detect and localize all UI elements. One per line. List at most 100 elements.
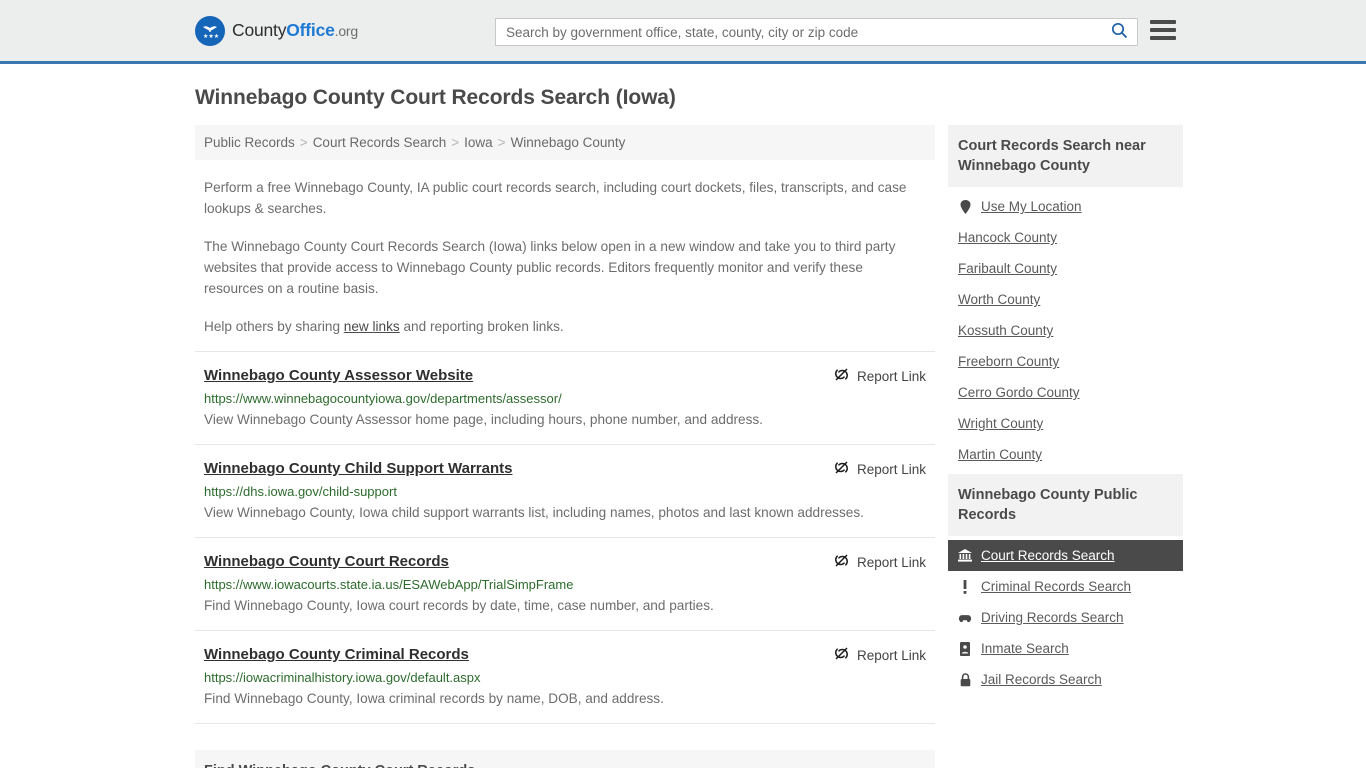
nearby-county-label: Cerro Gordo County [958,385,1080,400]
nearby-county-row[interactable]: Freeborn County [948,346,1183,377]
report-link-label: Report Link [856,647,926,663]
public-records-row[interactable]: Driving Records Search [948,602,1183,633]
breadcrumb-separator: > [497,135,506,150]
broken-link-icon [834,367,849,385]
listing-item: Winnebago County Criminal Records Report … [195,631,935,724]
search-input[interactable] [506,24,1108,40]
nearby-county-row[interactable]: Cerro Gordo County [948,377,1183,408]
nearby-county-row[interactable]: Faribault County [948,253,1183,284]
breadcrumb-item-winnebago-county[interactable]: Winnebago County [511,135,626,150]
breadcrumb-item-court-records-search[interactable]: Court Records Search [313,135,447,150]
listing-title-link[interactable]: Winnebago County Criminal Records [204,645,469,664]
listings-container: Winnebago County Assessor Website Report … [195,351,935,724]
listing-header: Winnebago County Assessor Website Report … [204,366,926,385]
site-logo[interactable]: ★★★ CountyOffice.org [195,15,358,46]
report-link-button[interactable]: Report Link [822,459,926,478]
public-records-row[interactable]: Criminal Records Search [948,571,1183,602]
breadcrumb: Public Records > Court Records Search > Iowa… [195,125,935,160]
logo-text-office: Office [286,20,335,40]
page-title: Winnebago County Court Records Search (I… [195,86,676,109]
nearby-county-label: Freeborn County [958,354,1060,369]
use-my-location-label: Use My Location [981,199,1082,214]
broken-link-icon [834,460,849,478]
listing-url[interactable]: https://iowacriminalhistory.iowa.gov/def… [204,670,926,685]
svg-text:★★★: ★★★ [203,33,219,40]
nearby-card-list: Use My Location Hancock County Faribault … [948,187,1183,470]
find-records-section: Find Winnebago County Court Records [195,750,935,768]
lock-icon [958,672,972,687]
listing-description: Find Winnebago County, Iowa court record… [204,598,714,613]
intro-paragraph-1: Perform a free Winnebago County, IA publ… [204,180,907,216]
search-bar[interactable] [495,18,1138,46]
report-link-button[interactable]: Report Link [822,645,926,664]
nearby-county-label: Kossuth County [958,323,1054,338]
hamburger-bar [1150,20,1176,24]
main-column: Public Records > Court Records Search > Iowa… [195,125,935,768]
public-records-label: Court Records Search [981,548,1115,563]
report-link-button[interactable]: Report Link [822,552,926,571]
report-link-button[interactable]: Report Link [822,366,926,385]
nearby-county-row[interactable]: Kossuth County [948,315,1183,346]
page-body: Winnebago County Court Records Search (I… [0,86,1366,768]
public-records-label: Criminal Records Search [981,579,1132,594]
content-columns: Public Records > Court Records Search > Iowa… [195,125,1366,768]
listing-description: View Winnebago County Assessor home page… [204,412,763,427]
nearby-county-row[interactable]: Hancock County [948,222,1183,253]
listing-title-link[interactable]: Winnebago County Assessor Website [204,366,473,385]
nearby-counties-list: Hancock County Faribault County Worth Coun… [948,222,1183,470]
listing-title-link[interactable]: Winnebago County Child Support Warrants [204,459,512,478]
listing-title-link[interactable]: Winnebago County Court Records [204,552,449,571]
public-records-card: Winnebago County Public Records Court Re… [948,474,1183,695]
logo-text: CountyOffice.org [232,20,358,41]
public-records-row[interactable]: Inmate Search [948,633,1183,664]
search-icon [1111,22,1128,42]
report-link-label: Report Link [856,554,926,570]
nearby-county-row[interactable]: Martin County [948,439,1183,470]
listing-url[interactable]: https://www.iowacourts.state.ia.us/ESAWe… [204,577,926,592]
listing-item: Winnebago County Court Records Report Lin… [195,538,935,631]
map-pin-icon [958,199,972,214]
new-links-link[interactable]: new links [344,319,400,334]
breadcrumb-separator: > [451,135,460,150]
courthouse-icon [958,549,972,563]
hamburger-bar [1150,28,1176,32]
intro-paragraph-3: Help others by sharing new links and rep… [204,316,926,337]
breadcrumb-item-public-records[interactable]: Public Records [204,135,295,150]
public-records-row[interactable]: Court Records Search [948,540,1183,571]
nearby-county-label: Wright County [958,416,1044,431]
exclamation-icon [958,579,972,594]
nearby-card-heading: Court Records Search near Winnebago Coun… [948,125,1183,187]
public-records-label: Inmate Search [981,641,1069,656]
nearby-county-label: Martin County [958,447,1043,462]
report-link-label: Report Link [856,461,926,477]
breadcrumb-separator: > [299,135,308,150]
listing-header: Winnebago County Child Support Warrants R… [204,459,926,478]
intro-text: Perform a free Winnebago County, IA publ… [195,177,935,337]
nearby-county-label: Worth County [958,292,1041,307]
intro-paragraph-2: The Winnebago County Court Records Searc… [204,239,896,296]
report-link-label: Report Link [856,368,926,384]
public-records-label: Driving Records Search [981,610,1124,625]
public-records-row[interactable]: Jail Records Search [948,664,1183,695]
public-records-label: Jail Records Search [981,672,1102,687]
listing-url[interactable]: https://www.winnebagocountyiowa.gov/depa… [204,391,926,406]
public-records-card-heading: Winnebago County Public Records [948,474,1183,536]
listing-header: Winnebago County Criminal Records Report … [204,645,926,664]
listing-header: Winnebago County Court Records Report Lin… [204,552,926,571]
listing-url[interactable]: https://dhs.iowa.gov/child-support [204,484,926,499]
broken-link-icon [834,553,849,571]
intro-p3-before: Help others by sharing [204,319,344,334]
listing-description: View Winnebago County, Iowa child suppor… [204,505,864,520]
nearby-county-label: Hancock County [958,230,1058,245]
use-my-location-row[interactable]: Use My Location [948,191,1183,222]
broken-link-icon [834,646,849,664]
logo-text-county: County [232,20,287,40]
search-button[interactable] [1108,22,1131,42]
nearby-county-label: Faribault County [958,261,1058,276]
breadcrumb-item-iowa[interactable]: Iowa [464,135,493,150]
site-header: ★★★ CountyOffice.org [0,0,1366,64]
hamburger-menu-icon[interactable] [1150,20,1176,40]
nearby-county-row[interactable]: Worth County [948,284,1183,315]
listing-item: Winnebago County Child Support Warrants R… [195,445,935,538]
nearby-county-row[interactable]: Wright County [948,408,1183,439]
